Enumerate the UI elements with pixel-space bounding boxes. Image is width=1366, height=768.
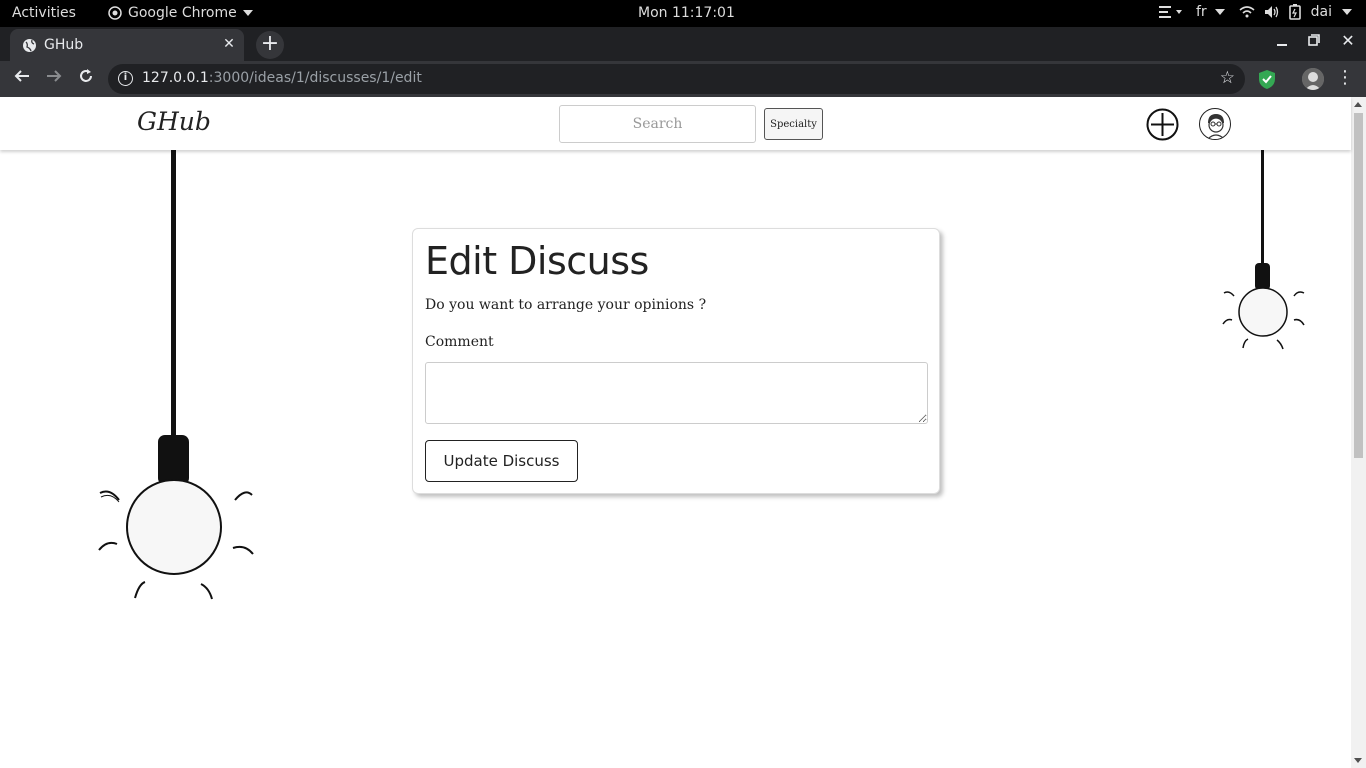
globe-icon [23,39,36,52]
browser-tab[interactable]: GHub ✕ [10,29,244,61]
status-menu[interactable]: dai [1239,4,1352,20]
volume-icon [1264,6,1278,18]
activities-button[interactable]: Activities [12,5,76,21]
url-text: 127.0.0.1:3000/ideas/1/discusses/1/edit [142,70,422,86]
edit-discuss-card: Edit Discuss Do you want to arrange your… [412,228,940,494]
scrollbar-thumb[interactable] [1354,113,1363,458]
chevron-down-icon [1342,9,1352,15]
comment-textarea[interactable] [425,362,928,424]
app-menu-label: Google Chrome [128,5,237,21]
back-button[interactable] [10,67,34,91]
update-discuss-button[interactable]: Update Discuss [425,440,578,482]
chevron-down-icon [1214,9,1225,15]
new-tab-button[interactable]: + [256,31,284,59]
lightbulb-illustration-left [98,150,254,600]
accessibility-menu-icon[interactable] [1158,6,1182,18]
clock[interactable]: Mon 11:17:01 [638,5,735,21]
scroll-up-arrow-icon[interactable] [1354,102,1362,107]
comment-label: Comment [425,334,494,350]
input-language-menu[interactable]: fr [1196,4,1225,20]
user-name: dai [1310,4,1332,20]
browser-tab-strip: GHub ✕ + ✕ [0,27,1366,61]
page-viewport: GHub Specialty Edit Discuss Do you w [0,97,1366,768]
site-logo[interactable]: GHub [137,107,211,136]
add-icon[interactable] [1146,108,1179,141]
url-path: :3000/ideas/1/discusses/1/edit [208,70,422,86]
system-tray: fr dai [1158,4,1352,20]
system-top-bar: Activities Google Chrome Mon 11:17:01 fr… [0,0,1366,27]
browser-toolbar: i 127.0.0.1:3000/ideas/1/discusses/1/edi… [0,61,1366,97]
shield-extension-icon[interactable] [1258,70,1276,89]
minimize-window-button[interactable] [1270,31,1294,50]
restore-window-button[interactable] [1302,31,1326,50]
user-avatar-icon[interactable] [1199,108,1231,140]
site-info-icon[interactable]: i [118,71,133,86]
page-scrollbar[interactable] [1351,97,1366,768]
scroll-down-arrow-icon[interactable] [1354,758,1362,763]
input-language-label: fr [1195,4,1207,20]
bookmark-star-icon[interactable]: ☆ [1220,68,1235,88]
site-navbar: GHub Specialty [0,97,1351,150]
close-window-button[interactable]: ✕ [1336,31,1360,50]
forward-button[interactable] [42,67,66,91]
wifi-icon [1239,6,1255,18]
app-menu[interactable]: Google Chrome [108,5,253,21]
search-input[interactable] [559,105,756,143]
chrome-icon [108,6,122,20]
url-host: 127.0.0.1 [142,70,209,86]
profile-avatar-icon[interactable] [1302,68,1324,90]
tab-title: GHub [44,37,84,53]
specialty-button[interactable]: Specialty [764,108,823,140]
form-description: Do you want to arrange your opinions ? [425,297,707,313]
reload-button[interactable] [74,67,98,91]
page-title: Edit Discuss [425,239,649,283]
chevron-down-icon [242,10,253,16]
browser-menu-icon[interactable]: ⋮ [1336,67,1354,88]
address-bar[interactable]: i 127.0.0.1:3000/ideas/1/discusses/1/edi… [108,64,1245,94]
lightbulb-illustration-right [1222,150,1305,350]
close-tab-icon[interactable]: ✕ [220,35,238,53]
battery-icon [1288,4,1301,20]
